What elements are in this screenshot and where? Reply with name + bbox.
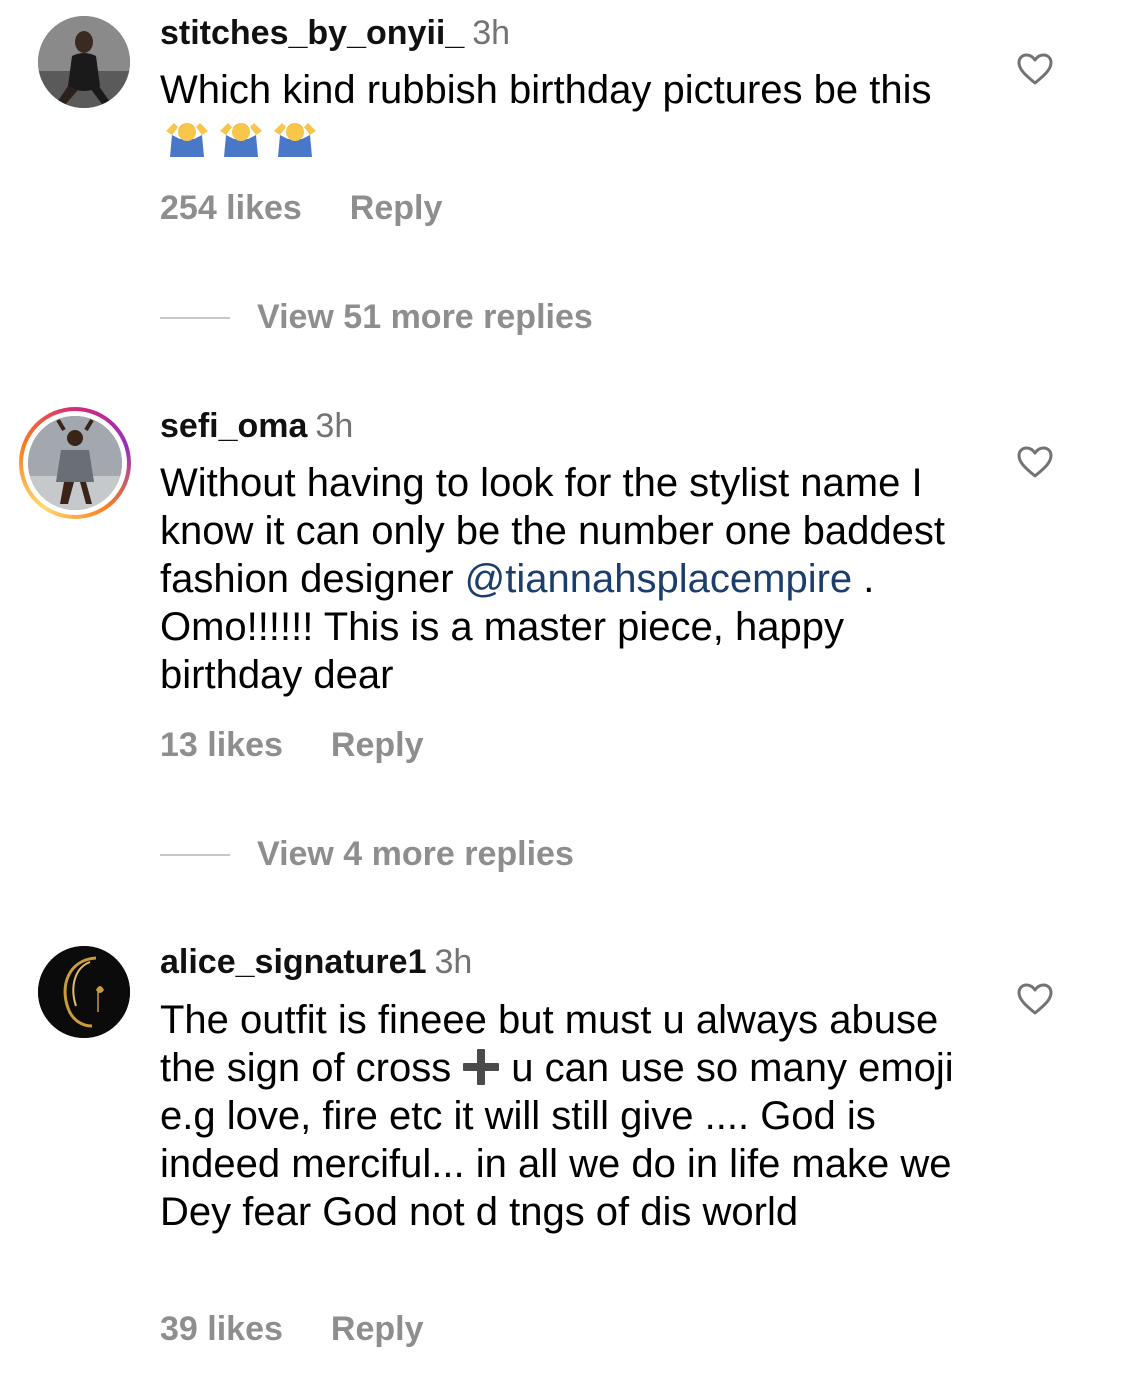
likes-count[interactable]: 254 likes xyxy=(160,189,302,227)
username[interactable]: alice_signature1 xyxy=(160,943,426,981)
person-shrugging-emoji xyxy=(220,123,262,157)
reply-button[interactable]: Reply xyxy=(350,189,443,227)
comment-text: The outfit is fineee but must u always a… xyxy=(160,996,970,1236)
comment-text: Without having to look for the stylist n… xyxy=(160,459,970,699)
view-more-replies-label: View 4 more replies xyxy=(257,835,574,873)
view-more-replies-label: View 51 more replies xyxy=(257,298,593,336)
timestamp: 3h xyxy=(472,14,511,52)
divider-line xyxy=(160,854,230,856)
heart-outline-icon[interactable] xyxy=(1016,445,1054,479)
comment-header: sefi_oma 3h xyxy=(160,406,353,446)
timestamp: 3h xyxy=(315,407,354,445)
person-shrugging-emoji xyxy=(274,123,316,157)
comment-text: Which kind rubbish birthday pictures be … xyxy=(160,66,960,162)
comment-actions: 39 likes Reply xyxy=(160,1309,423,1349)
divider-line xyxy=(160,317,230,319)
reply-button[interactable]: Reply xyxy=(331,1310,424,1348)
comment-actions: 13 likes Reply xyxy=(160,725,423,765)
comment-actions: 254 likes Reply xyxy=(160,188,442,228)
username[interactable]: stitches_by_onyii_ xyxy=(160,14,464,52)
emoji-group xyxy=(164,116,326,160)
avatar-photo xyxy=(38,16,130,108)
heart-outline-icon[interactable] xyxy=(1016,982,1054,1016)
avatar-story-ring[interactable] xyxy=(19,407,131,519)
comment-header: alice_signature1 3h xyxy=(160,942,472,982)
reply-button[interactable]: Reply xyxy=(331,726,424,764)
comment-1: stitches_by_onyii_ 3h Which kind rubbish … xyxy=(0,0,1125,380)
avatar xyxy=(28,416,122,510)
person-shrugging-emoji xyxy=(166,123,208,157)
avatar[interactable] xyxy=(38,16,130,108)
timestamp: 3h xyxy=(434,943,473,981)
avatar[interactable] xyxy=(38,946,130,1038)
likes-count[interactable]: 13 likes xyxy=(160,726,283,764)
mention-link[interactable]: @tiannahsplacempire xyxy=(465,557,852,601)
username[interactable]: sefi_oma xyxy=(160,407,307,445)
comment-header: stitches_by_onyii_ 3h xyxy=(160,13,510,53)
alice-signature-logo xyxy=(38,946,130,1038)
avatar-photo xyxy=(28,416,122,510)
heart-outline-icon[interactable] xyxy=(1016,52,1054,86)
likes-count[interactable]: 39 likes xyxy=(160,1310,283,1348)
comment-text-content: Which kind rubbish birthday pictures be … xyxy=(160,68,932,112)
heavy-plus-sign-emoji xyxy=(463,1049,500,1085)
